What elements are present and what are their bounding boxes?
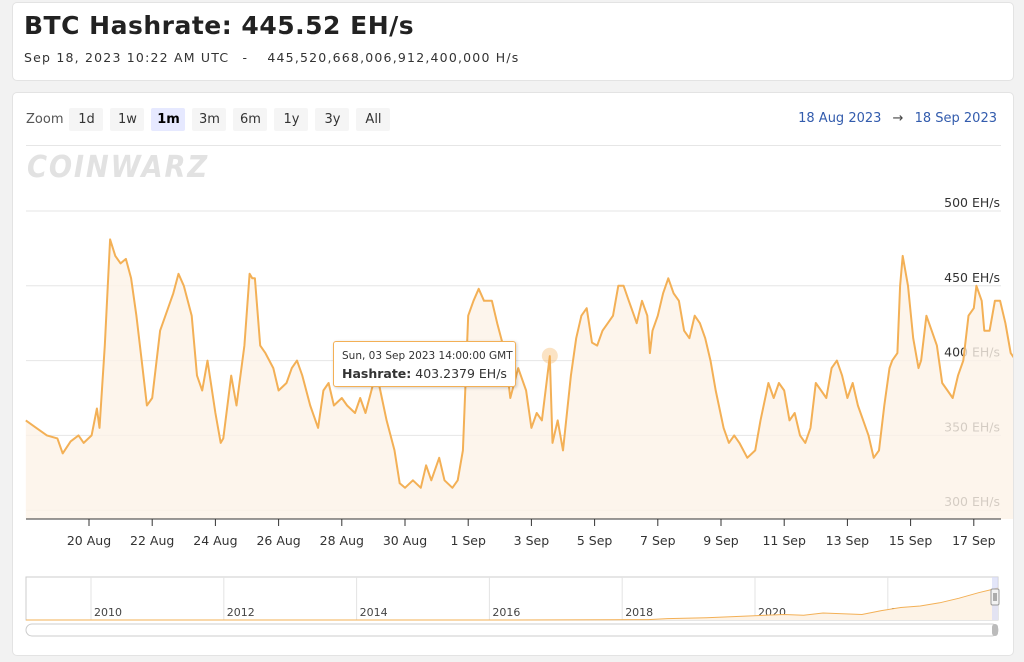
x-tick-label: 17 Sep — [952, 533, 996, 548]
x-tick-label: 11 Sep — [762, 533, 806, 548]
zoom-1m-button[interactable]: 1m — [151, 107, 186, 131]
separator: - — [242, 50, 249, 65]
chart-card: COINWARZ 300 EH/s350 EH/s400 EH/s450 EH/… — [12, 92, 1014, 656]
range-to[interactable]: 18 Sep 2023 — [915, 111, 997, 126]
zoom-all-button[interactable]: All — [356, 107, 391, 131]
x-tick-label: 30 Aug — [383, 533, 427, 548]
navigator-tick-label: 2012 — [227, 606, 255, 619]
y-tick-label: 450 EH/s — [944, 270, 1000, 285]
chart-tooltip: Sun, 03 Sep 2023 14:00:00 GMT Hashrate: … — [333, 341, 516, 387]
tooltip-series-label: Hashrate: — [342, 366, 412, 381]
x-tick-label: 9 Sep — [703, 533, 739, 548]
range-arrow: → — [892, 111, 904, 126]
hover-point — [541, 347, 558, 364]
coinwarz-watermark: COINWARZ — [27, 150, 209, 185]
range-from[interactable]: 18 Aug 2023 — [798, 111, 881, 126]
zoom-6m-button[interactable]: 6m — [233, 107, 268, 131]
header-card: BTC Hashrate: 445.52 EH/s Sep 18, 2023 1… — [12, 2, 1014, 81]
y-tick-label: 500 EH/s — [944, 195, 1000, 210]
zoom-3y-button[interactable]: 3y — [315, 107, 350, 131]
page-title: BTC Hashrate: 445.52 EH/s — [24, 11, 415, 40]
navigator-scrollbar[interactable] — [25, 623, 999, 637]
zoom-label: Zoom — [26, 111, 64, 127]
navigator-handle[interactable] — [990, 588, 1000, 606]
x-tick-label: 3 Sep — [514, 533, 550, 548]
x-tick-label: 20 Aug — [67, 533, 111, 548]
scrollbar-thumb[interactable] — [992, 624, 998, 636]
zoom-1w-button[interactable]: 1w — [110, 107, 145, 131]
watermark-text: COINWARZ — [27, 150, 209, 185]
hashrate-area — [25, 239, 1013, 519]
navigator[interactable]: 2010201220142016201820202022 — [25, 576, 1000, 637]
x-tick-label: 5 Sep — [577, 533, 613, 548]
tooltip-value-row: Hashrate: 403.2379 EH/s — [342, 366, 507, 381]
hashrate-subtitle: Sep 18, 2023 10:22 AM UTC - 445,520,668,… — [24, 50, 520, 65]
x-tick-label: 24 Aug — [193, 533, 237, 548]
navigator-tick-label: 2010 — [94, 606, 122, 619]
tooltip-date: Sun, 03 Sep 2023 14:00:00 GMT — [342, 350, 513, 362]
zoom-3m-button[interactable]: 3m — [192, 107, 227, 131]
x-tick-label: 28 Aug — [320, 533, 364, 548]
x-tick-label: 15 Sep — [889, 533, 933, 548]
navigator-tick-label: 2014 — [360, 606, 388, 619]
raw-hashrate: 445,520,668,006,912,400,000 H/s — [267, 50, 520, 65]
x-tick-label: 22 Aug — [130, 533, 174, 548]
x-tick-label: 26 Aug — [256, 533, 300, 548]
x-tick-label: 13 Sep — [826, 533, 870, 548]
date-range: 18 Aug 2023 → 18 Sep 2023 — [798, 111, 997, 126]
timestamp: Sep 18, 2023 10:22 AM UTC — [24, 50, 230, 65]
x-tick-label: 7 Sep — [640, 533, 676, 548]
navigator-tick-label: 2016 — [492, 606, 520, 619]
zoom-bar: Zoom 1d 1w 1m 3m 6m 1y 3y All — [26, 106, 397, 132]
tooltip-value: 403.2379 EH/s — [415, 366, 507, 381]
zoom-1y-button[interactable]: 1y — [274, 107, 309, 131]
navigator-tick-label: 2018 — [625, 606, 653, 619]
zoom-1d-button[interactable]: 1d — [69, 107, 104, 131]
x-tick-label: 1 Sep — [450, 533, 486, 548]
